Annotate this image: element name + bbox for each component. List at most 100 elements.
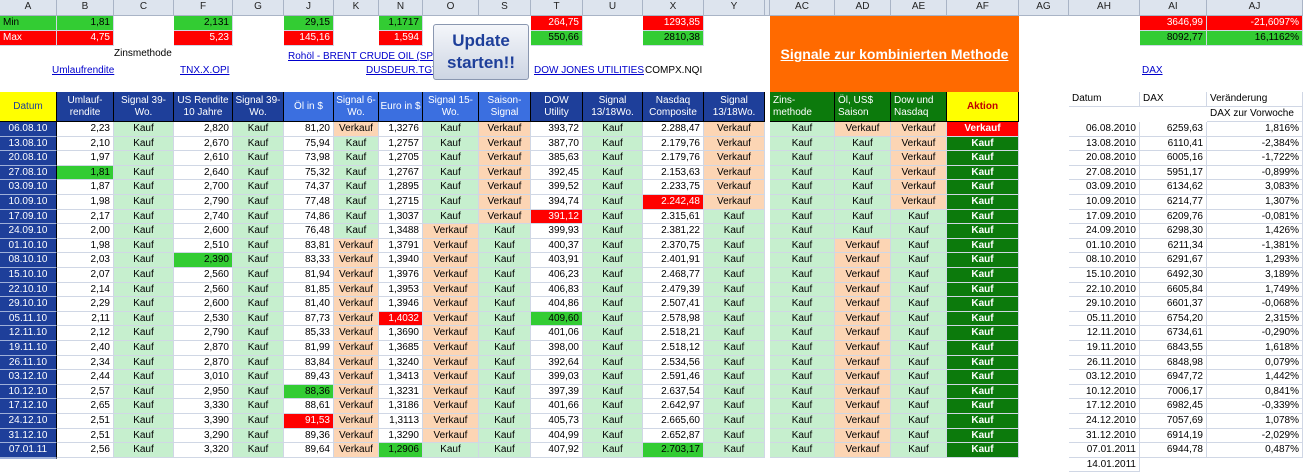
oel-cell[interactable]: 81,85 [284, 283, 334, 297]
oel-cell[interactable]: 75,94 [284, 137, 334, 151]
right-change-cell[interactable]: 1,293% [1207, 253, 1303, 268]
euro-cell[interactable]: 1,3186 [379, 399, 423, 414]
signal-39wo-cell[interactable]: Kauf [114, 297, 174, 312]
oel-us-saison-cell[interactable]: Verkauf [835, 297, 891, 312]
signal-6wo-cell[interactable]: Verkauf [334, 385, 379, 399]
oel-us-saison-cell[interactable]: Verkauf [835, 356, 891, 370]
oel-cell[interactable]: 83,33 [284, 253, 334, 268]
dow-nasdaq-cell[interactable]: Kauf [891, 210, 947, 224]
right-change-cell[interactable]: 1,442% [1207, 370, 1303, 385]
signal-6wo-cell[interactable]: Verkauf [334, 399, 379, 414]
right-dax-cell[interactable]: 6211,34 [1140, 239, 1207, 253]
dow-utility-cell[interactable]: 406,83 [531, 283, 583, 297]
signal-39wo-cell[interactable]: Kauf [114, 210, 174, 224]
dow-utility-cell[interactable]: 392,45 [531, 166, 583, 180]
nasdaq-cell[interactable]: 2.578,98 [643, 312, 704, 326]
oel-us-saison-cell[interactable]: Kauf [835, 166, 891, 180]
column-header-aj[interactable]: AJ [1207, 0, 1303, 16]
right-date-cell[interactable]: 27.08.2010 [1069, 166, 1140, 180]
signal-39wo-b-cell[interactable]: Kauf [233, 326, 284, 341]
column-header-n[interactable]: N [379, 0, 423, 16]
column-header-a[interactable]: A [0, 0, 57, 16]
oel-cell[interactable]: 81,94 [284, 268, 334, 283]
signal-13-18wo-b-cell[interactable]: Verkauf [704, 122, 765, 137]
right-date-cell[interactable]: 10.09.2010 [1069, 195, 1140, 210]
max-value-x[interactable]: 2810,38 [643, 31, 704, 46]
aktion-cell[interactable]: Verkauf [947, 122, 1019, 137]
date-cell[interactable]: 10.12.10 [0, 385, 57, 399]
saison-signal-cell[interactable]: Kauf [479, 443, 531, 458]
signal-39wo-b-cell[interactable]: Kauf [233, 268, 284, 283]
nasdaq-cell[interactable]: 2.637,54 [643, 385, 704, 399]
signal-6wo-cell[interactable]: Kauf [334, 180, 379, 195]
right-dax-cell[interactable]: 6291,67 [1140, 253, 1207, 268]
signal-15wo-cell[interactable]: Kauf [423, 443, 479, 458]
right-date-cell[interactable]: 13.08.2010 [1069, 137, 1140, 151]
us-rendite-cell[interactable]: 3,330 [174, 399, 233, 414]
euro-cell[interactable]: 1,3690 [379, 326, 423, 341]
euro-cell[interactable]: 1,3113 [379, 414, 423, 429]
euro-cell[interactable]: 1,3231 [379, 385, 423, 399]
dow-utility-cell[interactable]: 403,91 [531, 253, 583, 268]
date-cell[interactable]: 07.01.11 [0, 443, 57, 458]
dow-utility-cell[interactable]: 393,72 [531, 122, 583, 137]
signal-15wo-cell[interactable]: Verkauf [423, 239, 479, 253]
column-header-y[interactable]: Y [704, 0, 765, 16]
min-value-x[interactable]: 1293,85 [643, 16, 704, 31]
signal-13-18wo-cell[interactable]: Kauf [583, 297, 643, 312]
right-dax-cell[interactable]: 6848,98 [1140, 356, 1207, 370]
right-change-cell[interactable]: 1,426% [1207, 224, 1303, 239]
max-value-j[interactable]: 145,16 [284, 31, 334, 46]
max-value-ai[interactable]: 8092,77 [1140, 31, 1207, 46]
umlaufrendite-cell[interactable]: 2,44 [57, 370, 114, 385]
column-header-j[interactable]: J [284, 0, 334, 16]
nasdaq-cell[interactable]: 2.153,63 [643, 166, 704, 180]
umlaufrendite-cell[interactable]: 2,00 [57, 224, 114, 239]
signal-15wo-cell[interactable]: Kauf [423, 137, 479, 151]
right-change-cell[interactable]: -0,068% [1207, 297, 1303, 312]
nasdaq-cell[interactable]: 2.401,91 [643, 253, 704, 268]
zinsmethode-cell[interactable]: Kauf [770, 180, 835, 195]
us-rendite-cell[interactable]: 2,870 [174, 341, 233, 356]
column-header-s[interactable]: S [479, 0, 531, 16]
oel-us-saison-cell[interactable]: Verkauf [835, 253, 891, 268]
right-dax-cell[interactable]: 6110,41 [1140, 137, 1207, 151]
signal-15wo-cell[interactable]: Verkauf [423, 385, 479, 399]
aktion-cell[interactable]: Kauf [947, 253, 1019, 268]
signal-13-18wo-b-cell[interactable]: Kauf [704, 429, 765, 443]
signal-39wo-cell[interactable]: Kauf [114, 429, 174, 443]
signal-15wo-cell[interactable]: Verkauf [423, 341, 479, 356]
dow-nasdaq-cell[interactable]: Kauf [891, 297, 947, 312]
signal-39wo-b-cell[interactable]: Kauf [233, 137, 284, 151]
signal-6wo-cell[interactable]: Verkauf [334, 122, 379, 137]
euro-cell[interactable]: 1,3953 [379, 283, 423, 297]
signal-39wo-b-cell[interactable]: Kauf [233, 180, 284, 195]
right-date-cell[interactable]: 10.12.2010 [1069, 385, 1140, 399]
signal-13-18wo-b-cell[interactable]: Kauf [704, 253, 765, 268]
signal-6wo-cell[interactable]: Verkauf [334, 239, 379, 253]
dow-nasdaq-cell[interactable]: Verkauf [891, 122, 947, 137]
right-dax-cell[interactable]: 6914,19 [1140, 429, 1207, 443]
right-date-cell[interactable]: 19.11.2010 [1069, 341, 1140, 356]
right-change-cell[interactable]: -0,290% [1207, 326, 1303, 341]
signal-39wo-b-cell[interactable]: Kauf [233, 195, 284, 210]
oel-us-saison-cell[interactable]: Kauf [835, 180, 891, 195]
signal-39wo-b-cell[interactable]: Kauf [233, 283, 284, 297]
signal-13-18wo-cell[interactable]: Kauf [583, 151, 643, 166]
date-cell[interactable]: 17.09.10 [0, 210, 57, 224]
us-rendite-cell[interactable]: 2,600 [174, 224, 233, 239]
date-cell[interactable]: 13.08.10 [0, 137, 57, 151]
signal-6wo-cell[interactable]: Verkauf [334, 297, 379, 312]
aktion-cell[interactable]: Kauf [947, 195, 1019, 210]
signal-15wo-cell[interactable]: Kauf [423, 195, 479, 210]
date-cell[interactable]: 03.12.10 [0, 370, 57, 385]
date-cell[interactable]: 31.12.10 [0, 429, 57, 443]
euro-cell[interactable]: 1,2767 [379, 166, 423, 180]
aktion-cell[interactable]: Kauf [947, 268, 1019, 283]
date-cell[interactable]: 26.11.10 [0, 356, 57, 370]
zinsmethode-cell[interactable]: Kauf [770, 151, 835, 166]
signal-15wo-cell[interactable]: Verkauf [423, 326, 479, 341]
dow-utility-cell[interactable]: 398,00 [531, 341, 583, 356]
signal-13-18wo-cell[interactable]: Kauf [583, 385, 643, 399]
signal-13-18wo-cell[interactable]: Kauf [583, 239, 643, 253]
